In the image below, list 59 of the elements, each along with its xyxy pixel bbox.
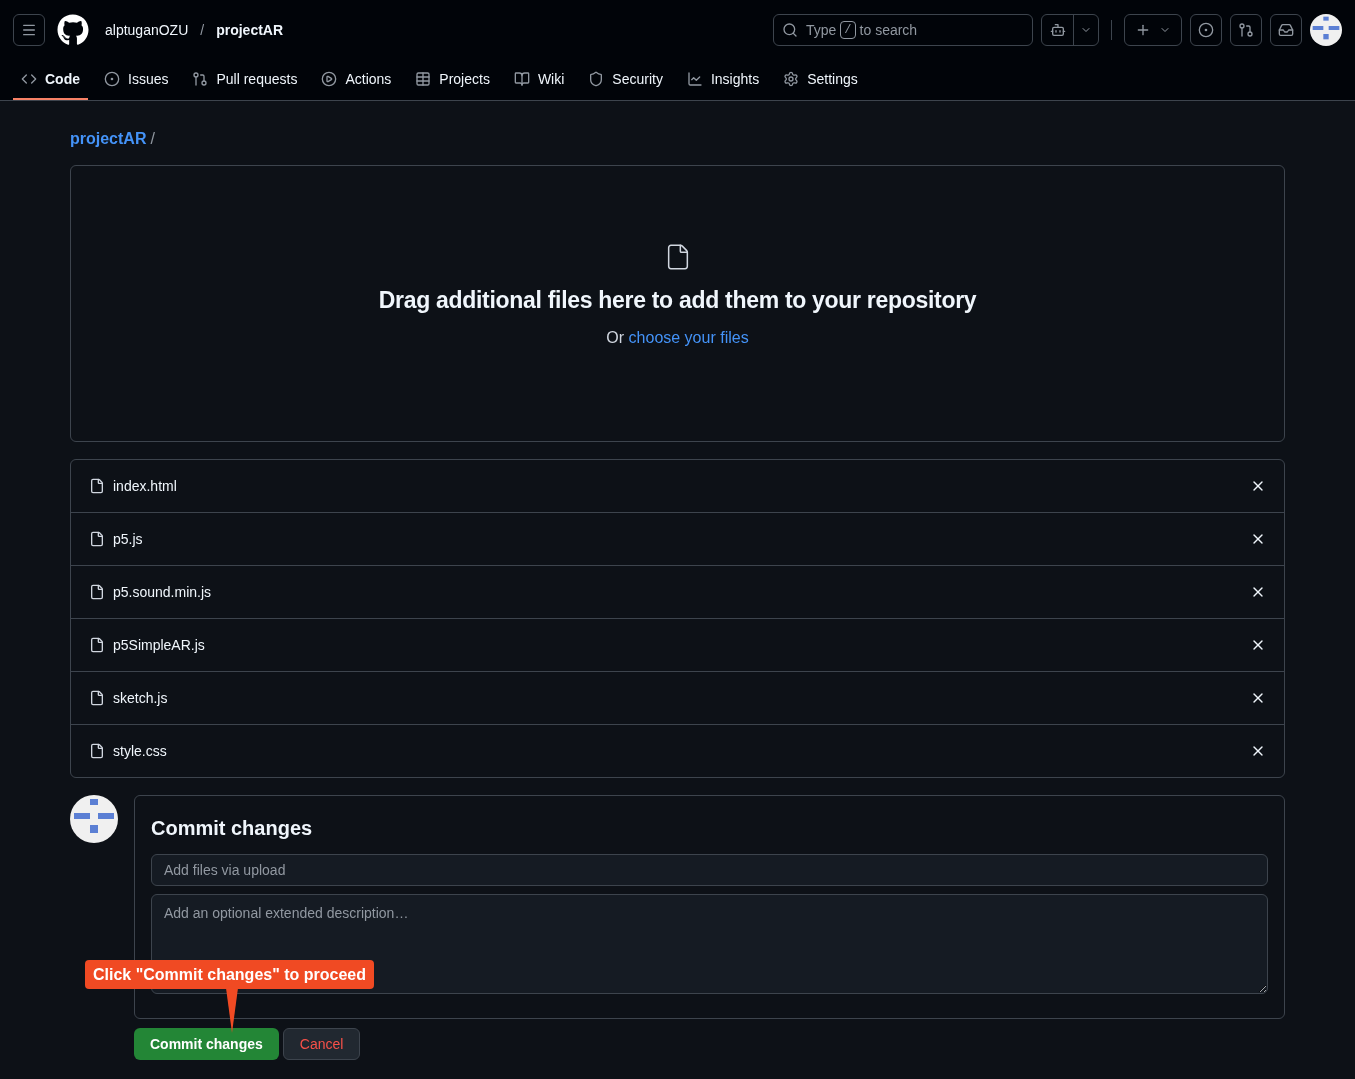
graph-icon xyxy=(686,71,703,87)
circle-dot-icon xyxy=(104,71,120,87)
cancel-button[interactable]: Cancel xyxy=(282,1028,361,1060)
drop-zone[interactable]: Drag additional files here to add them to your repository Or choose your files xyxy=(70,165,1285,442)
repo-tab[interactable]: Insights xyxy=(678,60,768,100)
menu-icon[interactable] xyxy=(13,14,45,46)
shield-icon xyxy=(588,71,605,87)
issues-icon[interactable] xyxy=(1190,14,1222,46)
play-icon xyxy=(321,71,338,87)
file-icon xyxy=(89,478,105,494)
repo-tab[interactable]: Code xyxy=(13,60,88,100)
file-icon xyxy=(89,743,105,759)
commit-title: Commit changes xyxy=(151,816,314,841)
table-icon xyxy=(415,71,432,87)
book-icon xyxy=(513,71,530,87)
file-name: style.css xyxy=(113,742,167,761)
file-name: p5.js xyxy=(113,530,143,549)
drop-zone-hint: Or xyxy=(606,328,626,346)
plus-icon xyxy=(1135,22,1151,38)
search-hint: Type xyxy=(806,21,837,40)
code-icon xyxy=(21,71,37,87)
file-name: index.html xyxy=(113,477,177,496)
file-name: sketch.js xyxy=(113,689,168,708)
repo-link[interactable]: projectAR xyxy=(216,20,284,40)
repo-tab[interactable]: Security xyxy=(580,60,671,100)
file-icon xyxy=(89,531,105,547)
owner-link[interactable]: alptuganOZU xyxy=(105,20,189,40)
drop-zone-title: Drag additional files here to add them to your repository xyxy=(378,286,977,316)
settings-icon xyxy=(783,71,800,87)
robot-icon xyxy=(1049,22,1066,38)
search-hint: to search xyxy=(859,21,918,40)
repo-tab[interactable]: Wiki xyxy=(505,60,573,100)
pull-request-icon xyxy=(192,71,209,87)
copilot-button[interactable] xyxy=(1041,14,1099,46)
github-logo-icon[interactable] xyxy=(57,14,89,46)
path-separator: / xyxy=(200,21,205,40)
commit-summary-field[interactable]: Add files via upload xyxy=(151,854,1268,886)
commit-button[interactable]: Commit changes xyxy=(134,1028,279,1060)
search-field[interactable]: Type / to search xyxy=(773,14,1033,46)
file-icon xyxy=(89,690,105,706)
author-avatar xyxy=(70,795,118,843)
file-name: p5SimpleAR.js xyxy=(113,636,205,655)
repo-tab[interactable]: Settings xyxy=(775,60,866,100)
repo-tab[interactable]: Pull requests xyxy=(184,60,306,100)
inbox-icon[interactable] xyxy=(1270,14,1302,46)
pull-request-icon[interactable] xyxy=(1230,14,1262,46)
key-hint: / xyxy=(840,21,856,39)
file-name: p5.sound.min.js xyxy=(113,583,212,602)
file-icon xyxy=(89,637,105,653)
breadcrumb-link[interactable]: projectAR xyxy=(70,130,147,147)
user-avatar xyxy=(1310,14,1342,46)
search-icon xyxy=(782,22,798,38)
breadcrumb-separator: / xyxy=(150,130,155,147)
file-icon xyxy=(89,584,105,600)
repo-tab[interactable]: Projects xyxy=(407,60,498,100)
repo-tab[interactable]: Actions xyxy=(313,60,400,100)
choose-files-link[interactable]: choose your files xyxy=(628,328,749,346)
callout: Click "Commit changes" to proceed xyxy=(85,960,374,989)
repo-tab[interactable]: Issues xyxy=(96,60,177,100)
